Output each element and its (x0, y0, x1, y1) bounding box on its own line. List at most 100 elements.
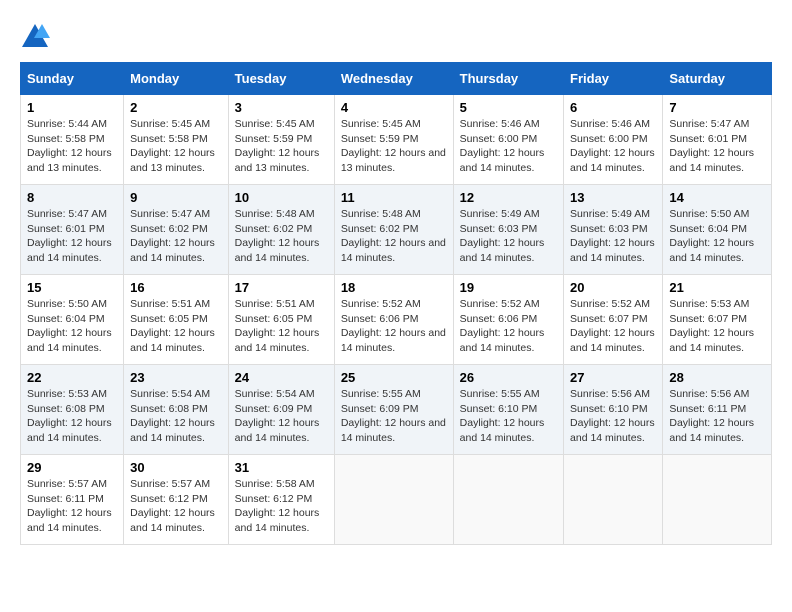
day-number: 5 (460, 100, 557, 115)
day-number: 31 (235, 460, 328, 475)
day-info: Sunrise: 5:56 AM Sunset: 6:11 PM Dayligh… (669, 387, 765, 446)
logo (20, 20, 52, 52)
day-info: Sunrise: 5:51 AM Sunset: 6:05 PM Dayligh… (130, 297, 222, 356)
calendar-table: SundayMondayTuesdayWednesdayThursdayFrid… (20, 62, 772, 545)
day-info: Sunrise: 5:47 AM Sunset: 6:01 PM Dayligh… (669, 117, 765, 176)
calendar-cell: 30 Sunrise: 5:57 AM Sunset: 6:12 PM Dayl… (124, 455, 229, 545)
calendar-header-row: SundayMondayTuesdayWednesdayThursdayFrid… (21, 63, 772, 95)
day-info: Sunrise: 5:52 AM Sunset: 6:06 PM Dayligh… (460, 297, 557, 356)
day-info: Sunrise: 5:47 AM Sunset: 6:02 PM Dayligh… (130, 207, 222, 266)
calendar-cell: 25 Sunrise: 5:55 AM Sunset: 6:09 PM Dayl… (334, 365, 453, 455)
day-info: Sunrise: 5:48 AM Sunset: 6:02 PM Dayligh… (341, 207, 447, 266)
day-info: Sunrise: 5:55 AM Sunset: 6:10 PM Dayligh… (460, 387, 557, 446)
calendar-cell: 4 Sunrise: 5:45 AM Sunset: 5:59 PM Dayli… (334, 95, 453, 185)
day-info: Sunrise: 5:57 AM Sunset: 6:12 PM Dayligh… (130, 477, 222, 536)
logo-icon (20, 22, 50, 52)
calendar-cell: 10 Sunrise: 5:48 AM Sunset: 6:02 PM Dayl… (228, 185, 334, 275)
calendar-cell: 9 Sunrise: 5:47 AM Sunset: 6:02 PM Dayli… (124, 185, 229, 275)
calendar-cell: 2 Sunrise: 5:45 AM Sunset: 5:58 PM Dayli… (124, 95, 229, 185)
day-info: Sunrise: 5:57 AM Sunset: 6:11 PM Dayligh… (27, 477, 117, 536)
day-number: 7 (669, 100, 765, 115)
calendar-cell: 3 Sunrise: 5:45 AM Sunset: 5:59 PM Dayli… (228, 95, 334, 185)
calendar-cell: 19 Sunrise: 5:52 AM Sunset: 6:06 PM Dayl… (453, 275, 563, 365)
calendar-cell: 13 Sunrise: 5:49 AM Sunset: 6:03 PM Dayl… (564, 185, 663, 275)
day-number: 26 (460, 370, 557, 385)
day-number: 12 (460, 190, 557, 205)
day-header-monday: Monday (124, 63, 229, 95)
day-number: 13 (570, 190, 656, 205)
day-number: 14 (669, 190, 765, 205)
day-number: 21 (669, 280, 765, 295)
day-header-sunday: Sunday (21, 63, 124, 95)
calendar-week-row: 1 Sunrise: 5:44 AM Sunset: 5:58 PM Dayli… (21, 95, 772, 185)
day-number: 30 (130, 460, 222, 475)
day-info: Sunrise: 5:48 AM Sunset: 6:02 PM Dayligh… (235, 207, 328, 266)
day-number: 25 (341, 370, 447, 385)
calendar-cell (453, 455, 563, 545)
day-number: 10 (235, 190, 328, 205)
calendar-cell: 6 Sunrise: 5:46 AM Sunset: 6:00 PM Dayli… (564, 95, 663, 185)
calendar-cell: 18 Sunrise: 5:52 AM Sunset: 6:06 PM Dayl… (334, 275, 453, 365)
day-info: Sunrise: 5:51 AM Sunset: 6:05 PM Dayligh… (235, 297, 328, 356)
day-info: Sunrise: 5:46 AM Sunset: 6:00 PM Dayligh… (570, 117, 656, 176)
day-info: Sunrise: 5:45 AM Sunset: 5:58 PM Dayligh… (130, 117, 222, 176)
day-number: 4 (341, 100, 447, 115)
calendar-cell: 20 Sunrise: 5:52 AM Sunset: 6:07 PM Dayl… (564, 275, 663, 365)
calendar-cell: 12 Sunrise: 5:49 AM Sunset: 6:03 PM Dayl… (453, 185, 563, 275)
day-header-friday: Friday (564, 63, 663, 95)
day-info: Sunrise: 5:47 AM Sunset: 6:01 PM Dayligh… (27, 207, 117, 266)
calendar-cell (564, 455, 663, 545)
calendar-cell: 27 Sunrise: 5:56 AM Sunset: 6:10 PM Dayl… (564, 365, 663, 455)
day-info: Sunrise: 5:54 AM Sunset: 6:09 PM Dayligh… (235, 387, 328, 446)
calendar-cell: 26 Sunrise: 5:55 AM Sunset: 6:10 PM Dayl… (453, 365, 563, 455)
day-info: Sunrise: 5:45 AM Sunset: 5:59 PM Dayligh… (341, 117, 447, 176)
calendar-cell: 29 Sunrise: 5:57 AM Sunset: 6:11 PM Dayl… (21, 455, 124, 545)
day-number: 1 (27, 100, 117, 115)
day-header-saturday: Saturday (663, 63, 772, 95)
day-info: Sunrise: 5:50 AM Sunset: 6:04 PM Dayligh… (669, 207, 765, 266)
page-header (20, 20, 772, 52)
day-info: Sunrise: 5:53 AM Sunset: 6:07 PM Dayligh… (669, 297, 765, 356)
calendar-cell: 1 Sunrise: 5:44 AM Sunset: 5:58 PM Dayli… (21, 95, 124, 185)
day-number: 9 (130, 190, 222, 205)
day-info: Sunrise: 5:52 AM Sunset: 6:07 PM Dayligh… (570, 297, 656, 356)
calendar-cell: 17 Sunrise: 5:51 AM Sunset: 6:05 PM Dayl… (228, 275, 334, 365)
day-info: Sunrise: 5:52 AM Sunset: 6:06 PM Dayligh… (341, 297, 447, 356)
day-number: 16 (130, 280, 222, 295)
calendar-cell: 11 Sunrise: 5:48 AM Sunset: 6:02 PM Dayl… (334, 185, 453, 275)
day-number: 8 (27, 190, 117, 205)
day-info: Sunrise: 5:55 AM Sunset: 6:09 PM Dayligh… (341, 387, 447, 446)
day-info: Sunrise: 5:45 AM Sunset: 5:59 PM Dayligh… (235, 117, 328, 176)
day-number: 19 (460, 280, 557, 295)
calendar-cell: 16 Sunrise: 5:51 AM Sunset: 6:05 PM Dayl… (124, 275, 229, 365)
calendar-cell: 31 Sunrise: 5:58 AM Sunset: 6:12 PM Dayl… (228, 455, 334, 545)
calendar-cell: 28 Sunrise: 5:56 AM Sunset: 6:11 PM Dayl… (663, 365, 772, 455)
day-number: 17 (235, 280, 328, 295)
day-info: Sunrise: 5:54 AM Sunset: 6:08 PM Dayligh… (130, 387, 222, 446)
calendar-cell: 22 Sunrise: 5:53 AM Sunset: 6:08 PM Dayl… (21, 365, 124, 455)
day-number: 2 (130, 100, 222, 115)
day-number: 23 (130, 370, 222, 385)
day-header-thursday: Thursday (453, 63, 563, 95)
calendar-cell (663, 455, 772, 545)
calendar-cell: 5 Sunrise: 5:46 AM Sunset: 6:00 PM Dayli… (453, 95, 563, 185)
calendar-cell: 24 Sunrise: 5:54 AM Sunset: 6:09 PM Dayl… (228, 365, 334, 455)
day-number: 28 (669, 370, 765, 385)
day-info: Sunrise: 5:49 AM Sunset: 6:03 PM Dayligh… (460, 207, 557, 266)
day-info: Sunrise: 5:49 AM Sunset: 6:03 PM Dayligh… (570, 207, 656, 266)
calendar-cell: 8 Sunrise: 5:47 AM Sunset: 6:01 PM Dayli… (21, 185, 124, 275)
day-number: 11 (341, 190, 447, 205)
day-number: 15 (27, 280, 117, 295)
calendar-cell: 23 Sunrise: 5:54 AM Sunset: 6:08 PM Dayl… (124, 365, 229, 455)
day-info: Sunrise: 5:50 AM Sunset: 6:04 PM Dayligh… (27, 297, 117, 356)
day-number: 22 (27, 370, 117, 385)
day-number: 3 (235, 100, 328, 115)
calendar-cell: 7 Sunrise: 5:47 AM Sunset: 6:01 PM Dayli… (663, 95, 772, 185)
day-number: 6 (570, 100, 656, 115)
day-number: 29 (27, 460, 117, 475)
day-number: 24 (235, 370, 328, 385)
day-number: 27 (570, 370, 656, 385)
calendar-week-row: 8 Sunrise: 5:47 AM Sunset: 6:01 PM Dayli… (21, 185, 772, 275)
day-info: Sunrise: 5:58 AM Sunset: 6:12 PM Dayligh… (235, 477, 328, 536)
calendar-week-row: 15 Sunrise: 5:50 AM Sunset: 6:04 PM Dayl… (21, 275, 772, 365)
